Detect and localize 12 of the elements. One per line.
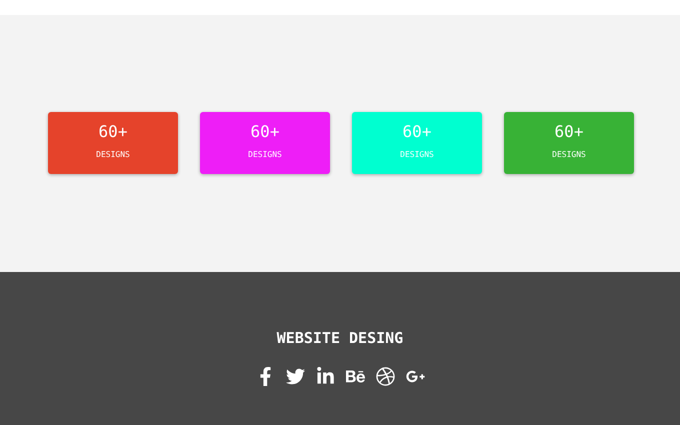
stat-label: DESIGNS	[96, 150, 130, 159]
stat-value: 60+	[402, 122, 432, 142]
stat-value: 60+	[98, 122, 128, 142]
stat-label: DESIGNS	[248, 150, 282, 159]
linkedin-icon[interactable]	[316, 367, 334, 386]
stat-value: 60+	[554, 122, 584, 142]
twitter-icon[interactable]	[286, 367, 304, 386]
stat-label: DESIGNS	[552, 150, 586, 159]
footer-title: WEBSITE DESING	[276, 329, 404, 347]
dribbble-icon[interactable]	[376, 367, 394, 386]
stat-value: 60+	[250, 122, 280, 142]
stat-label: DESIGNS	[400, 150, 434, 159]
